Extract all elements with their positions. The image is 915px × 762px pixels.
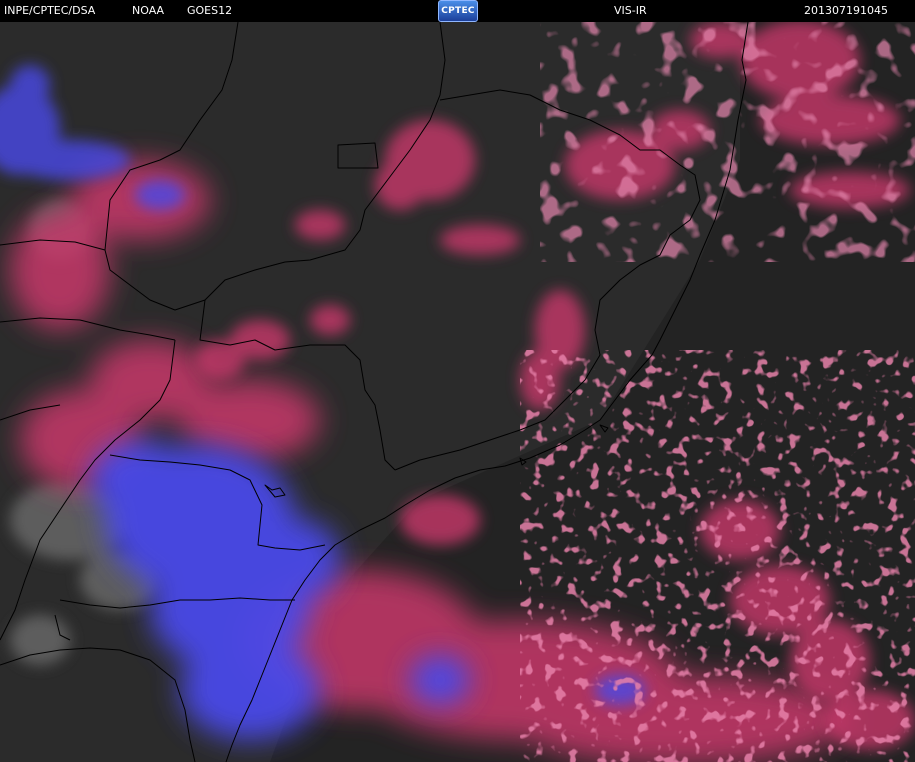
logo-text: CPTEC (441, 6, 475, 16)
agency-label: NOAA (132, 4, 165, 17)
satellite-label: GOES12 (187, 4, 233, 17)
source-label: INPE/CPTEC/DSA (4, 4, 96, 17)
timestamp-label: 201307191045 (804, 4, 888, 17)
satellite-map (0, 22, 915, 762)
satellite-image-viewer: INPE/CPTEC/DSA NOAA GOES12 CPTEC VIS-IR … (0, 0, 915, 762)
cptec-logo: CPTEC (438, 0, 478, 22)
channel-label: VIS-IR (614, 4, 647, 17)
image-header-bar: INPE/CPTEC/DSA NOAA GOES12 CPTEC VIS-IR … (0, 0, 915, 22)
